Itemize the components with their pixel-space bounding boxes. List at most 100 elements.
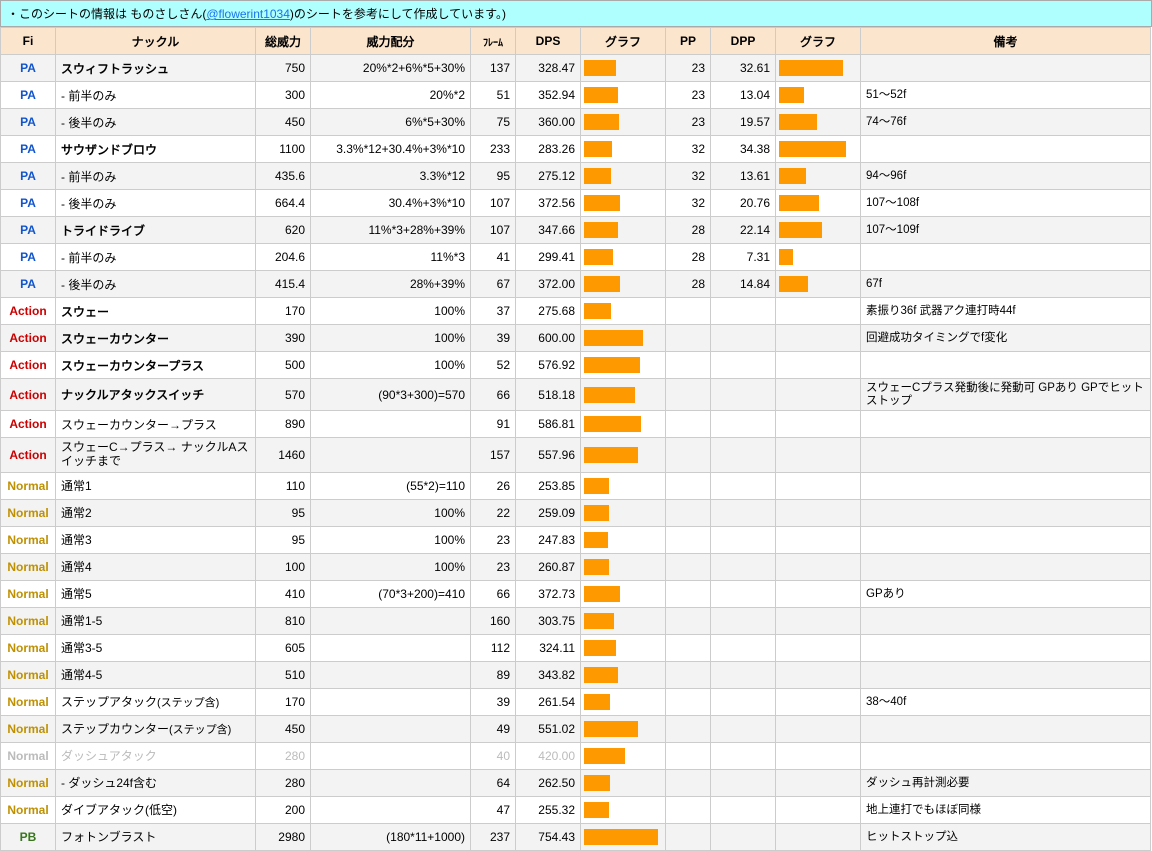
row-iryo (311, 715, 471, 742)
row-pp (666, 742, 711, 769)
table-row: PA - 前半のみ435.63.3%*1295275.123213.6194～9… (1, 163, 1151, 190)
row-dps-bar (581, 796, 666, 823)
row-dpp-bar (776, 472, 861, 499)
row-iryo: 3.3%*12+30.4%+3%*10 (311, 136, 471, 163)
row-name: - 後半のみ (56, 271, 256, 298)
row-pp: 23 (666, 55, 711, 82)
row-sou: 500 (256, 352, 311, 379)
row-dpp (711, 352, 776, 379)
row-dpp (711, 769, 776, 796)
col-name: ナックル (56, 28, 256, 55)
row-dpp (711, 411, 776, 438)
row-dpp (711, 472, 776, 499)
row-dps-bar (581, 298, 666, 325)
row-sou: 300 (256, 82, 311, 109)
row-note (861, 136, 1151, 163)
row-type: Normal (1, 499, 56, 526)
row-dpp: 32.61 (711, 55, 776, 82)
row-note: 94～96f (861, 163, 1151, 190)
row-pp: 23 (666, 109, 711, 136)
row-dpp (711, 742, 776, 769)
table-row: PAトライドライブ62011%*3+28%+39%107347.662822.1… (1, 217, 1151, 244)
row-dps-bar (581, 325, 666, 352)
table-row: ActionスウェーC→プラス→ ナックルAスイッチまで1460157557.9… (1, 438, 1151, 473)
row-iryo: 3.3%*12 (311, 163, 471, 190)
note-prefix: ・このシートの情報は ものさしさん( (7, 7, 206, 21)
row-dps-bar (581, 769, 666, 796)
col-g2: グラフ (776, 28, 861, 55)
row-pp: 32 (666, 190, 711, 217)
row-iryo (311, 742, 471, 769)
table-row: PA - 前半のみ204.611%*341299.41287.31 (1, 244, 1151, 271)
row-name: ステップカウンター(ステップ含) (56, 715, 256, 742)
row-dpp (711, 325, 776, 352)
row-name: - 後半のみ (56, 109, 256, 136)
row-type: PA (1, 163, 56, 190)
row-sou: 605 (256, 634, 311, 661)
row-sou: 390 (256, 325, 311, 352)
row-dps: 262.50 (516, 769, 581, 796)
row-dps-bar (581, 109, 666, 136)
row-name: 通常4-5 (56, 661, 256, 688)
row-frame: 157 (471, 438, 516, 473)
row-iryo: 20%*2+6%*5+30% (311, 55, 471, 82)
row-note (861, 244, 1151, 271)
row-dpp-bar (776, 136, 861, 163)
note-handle-link[interactable]: @flowerint1034 (206, 7, 290, 21)
row-dpp-bar (776, 796, 861, 823)
row-frame: 233 (471, 136, 516, 163)
row-name: - 前半のみ (56, 82, 256, 109)
row-iryo: 30.4%+3%*10 (311, 190, 471, 217)
row-dps-bar (581, 244, 666, 271)
row-type: Normal (1, 661, 56, 688)
row-name: 通常3-5 (56, 634, 256, 661)
row-note (861, 553, 1151, 580)
row-frame: 37 (471, 298, 516, 325)
row-note (861, 607, 1151, 634)
row-frame: 26 (471, 472, 516, 499)
row-dps: 420.00 (516, 742, 581, 769)
row-iryo (311, 688, 471, 715)
row-type: PA (1, 217, 56, 244)
row-name: - 前半のみ (56, 163, 256, 190)
row-frame: 107 (471, 217, 516, 244)
table-row: PA - 前半のみ30020%*251352.942313.0451～52f (1, 82, 1151, 109)
table-row: Actionスウェーカウンタープラス500100%52576.92 (1, 352, 1151, 379)
row-name: - ダッシュ24f含む (56, 769, 256, 796)
row-dpp (711, 607, 776, 634)
table-row: PAサウザンドブロウ11003.3%*12+30.4%+3%*10233283.… (1, 136, 1151, 163)
row-dps-bar (581, 163, 666, 190)
row-note: 67f (861, 271, 1151, 298)
row-dpp-bar (776, 661, 861, 688)
row-iryo: (70*3+200)=410 (311, 580, 471, 607)
row-dps: 360.00 (516, 109, 581, 136)
row-frame: 47 (471, 796, 516, 823)
row-dps: 303.75 (516, 607, 581, 634)
row-note (861, 411, 1151, 438)
row-note: 107～108f (861, 190, 1151, 217)
row-name: 通常1-5 (56, 607, 256, 634)
col-dps: DPS (516, 28, 581, 55)
row-type: Action (1, 298, 56, 325)
row-name: スウィフトラッシュ (56, 55, 256, 82)
row-sou: 95 (256, 526, 311, 553)
table-row: Normalダッシュアタック28040420.00 (1, 742, 1151, 769)
row-sou: 415.4 (256, 271, 311, 298)
row-pp (666, 796, 711, 823)
row-pp: 28 (666, 217, 711, 244)
row-dps-bar (581, 190, 666, 217)
row-note: GPあり (861, 580, 1151, 607)
stats-table: Fi ナックル 総威力 威力配分 ﾌﾚｰﾑ DPS グラフ PP DPP グラフ… (0, 27, 1151, 851)
row-name: スウェー (56, 298, 256, 325)
row-name: 通常4 (56, 553, 256, 580)
row-frame: 160 (471, 607, 516, 634)
row-iryo (311, 769, 471, 796)
table-row: Normal通常1-5810160303.75 (1, 607, 1151, 634)
row-pp (666, 553, 711, 580)
row-note: ヒットストップ込 (861, 823, 1151, 850)
row-frame: 66 (471, 580, 516, 607)
row-dpp (711, 715, 776, 742)
row-note (861, 715, 1151, 742)
row-type: PA (1, 244, 56, 271)
row-frame: 49 (471, 715, 516, 742)
